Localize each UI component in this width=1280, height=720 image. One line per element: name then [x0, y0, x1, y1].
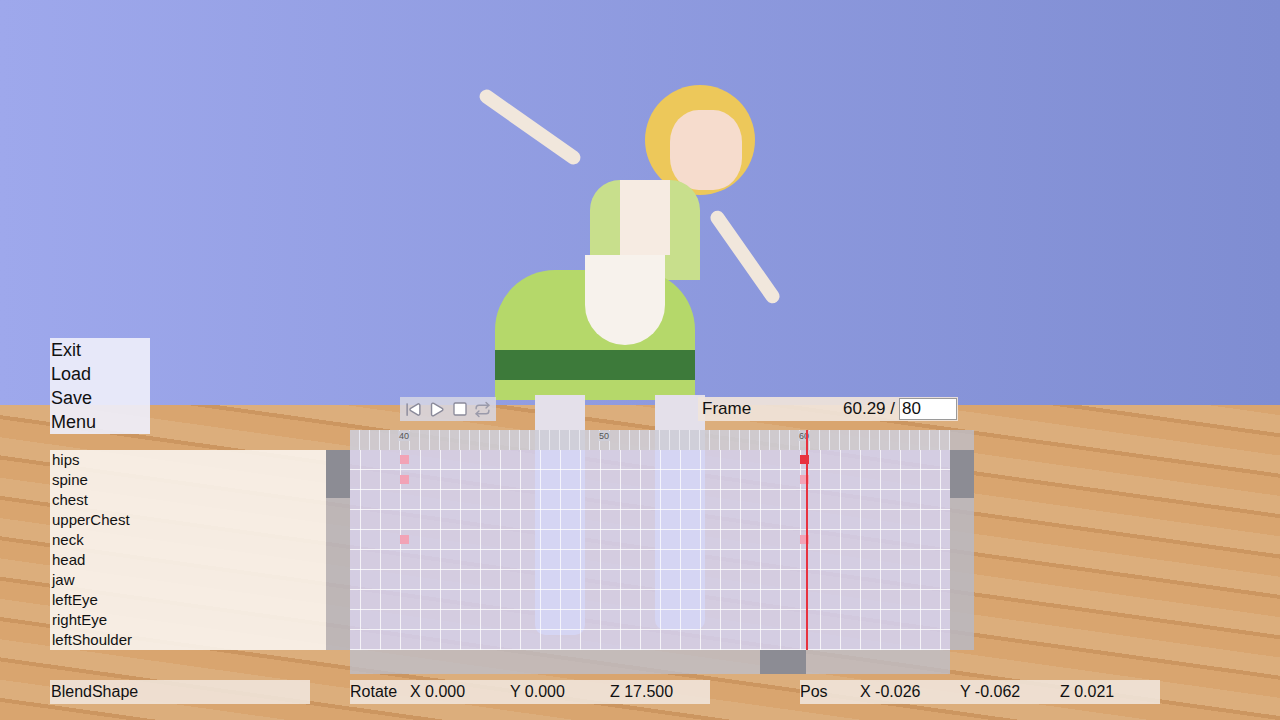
loop-icon[interactable]	[474, 401, 491, 418]
bone-item[interactable]: chest	[50, 490, 326, 510]
bone-item[interactable]: neck	[50, 530, 326, 550]
keyframe-row	[350, 530, 950, 550]
menu-item[interactable]: Menu	[50, 410, 150, 434]
rotate-x[interactable]: X 0.000	[410, 680, 510, 704]
bone-item[interactable]: leftEye	[50, 590, 326, 610]
bone-item[interactable]: rightEye	[50, 610, 326, 630]
frame-label: Frame	[698, 396, 751, 422]
bone-item[interactable]: spine	[50, 470, 326, 490]
stop-icon[interactable]	[452, 401, 468, 417]
rotate-field[interactable]: RotateX 0.000Y 0.000Z 17.500	[350, 680, 710, 704]
keyframe-marker[interactable]	[400, 535, 409, 544]
bone-item[interactable]: leftShoulder	[50, 630, 326, 650]
bone-list: hipsspinechestupperChestneckheadjawleftE…	[50, 450, 326, 650]
scrollbar-thumb[interactable]	[326, 450, 350, 498]
ruler-label: 50	[598, 431, 610, 441]
blendshape-field[interactable]: BlendShape	[50, 680, 310, 704]
pos-label: Pos	[800, 680, 860, 704]
frame-total-input[interactable]: 80	[899, 398, 957, 420]
scrollbar-thumb[interactable]	[950, 450, 974, 498]
timeline: 40 50 60	[326, 430, 974, 674]
ruler-label: 40	[398, 431, 410, 441]
keyframe-row	[350, 450, 950, 470]
keyframe-row	[350, 570, 950, 590]
pos-y[interactable]: Y -0.062	[960, 680, 1060, 704]
keyframe-row	[350, 630, 950, 650]
bone-item[interactable]: jaw	[50, 570, 326, 590]
bone-item[interactable]: head	[50, 550, 326, 570]
timeline-ruler[interactable]: 40 50 60	[350, 430, 950, 450]
bone-item[interactable]: upperChest	[50, 510, 326, 530]
keyframe-row	[350, 590, 950, 610]
main-menu: ExitLoadSaveMenu	[50, 338, 150, 434]
bone-list-scrollbar[interactable]	[326, 450, 350, 650]
keyframe-row	[350, 510, 950, 530]
rotate-label: Rotate	[350, 680, 410, 704]
playback-controls	[400, 397, 496, 421]
scrollbar-thumb[interactable]	[760, 650, 806, 674]
pos-x[interactable]: X -0.026	[860, 680, 960, 704]
frame-box: Frame 60.29 /80	[698, 397, 958, 421]
menu-item[interactable]: Save	[50, 386, 150, 410]
keyframe-marker[interactable]	[400, 475, 409, 484]
playhead[interactable]	[806, 430, 808, 650]
pos-field[interactable]: PosX -0.026Y -0.062Z 0.021	[800, 680, 1160, 704]
timeline-vertical-scrollbar[interactable]	[950, 450, 974, 650]
keyframe-grid[interactable]	[350, 450, 950, 650]
play-icon[interactable]	[428, 401, 445, 418]
keyframe-row	[350, 610, 950, 630]
rotate-y[interactable]: Y 0.000	[510, 680, 610, 704]
pos-z[interactable]: Z 0.021	[1060, 680, 1160, 704]
skip-start-icon[interactable]	[405, 401, 422, 418]
keyframe-row	[350, 550, 950, 570]
keyframe-row	[350, 490, 950, 510]
rotate-z[interactable]: Z 17.500	[610, 680, 710, 704]
menu-item[interactable]: Exit	[50, 338, 150, 362]
timeline-horizontal-scrollbar[interactable]	[350, 650, 950, 674]
editor-screen: ExitLoadSaveMenu Frame 60.29 /80 hipsspinec…	[0, 0, 1280, 720]
frame-current: 60.29 /	[843, 396, 899, 422]
menu-item[interactable]: Load	[50, 362, 150, 386]
keyframe-row	[350, 470, 950, 490]
ruler-label: 60	[798, 431, 810, 441]
bone-item[interactable]: hips	[50, 450, 326, 470]
keyframe-marker[interactable]	[400, 455, 409, 464]
